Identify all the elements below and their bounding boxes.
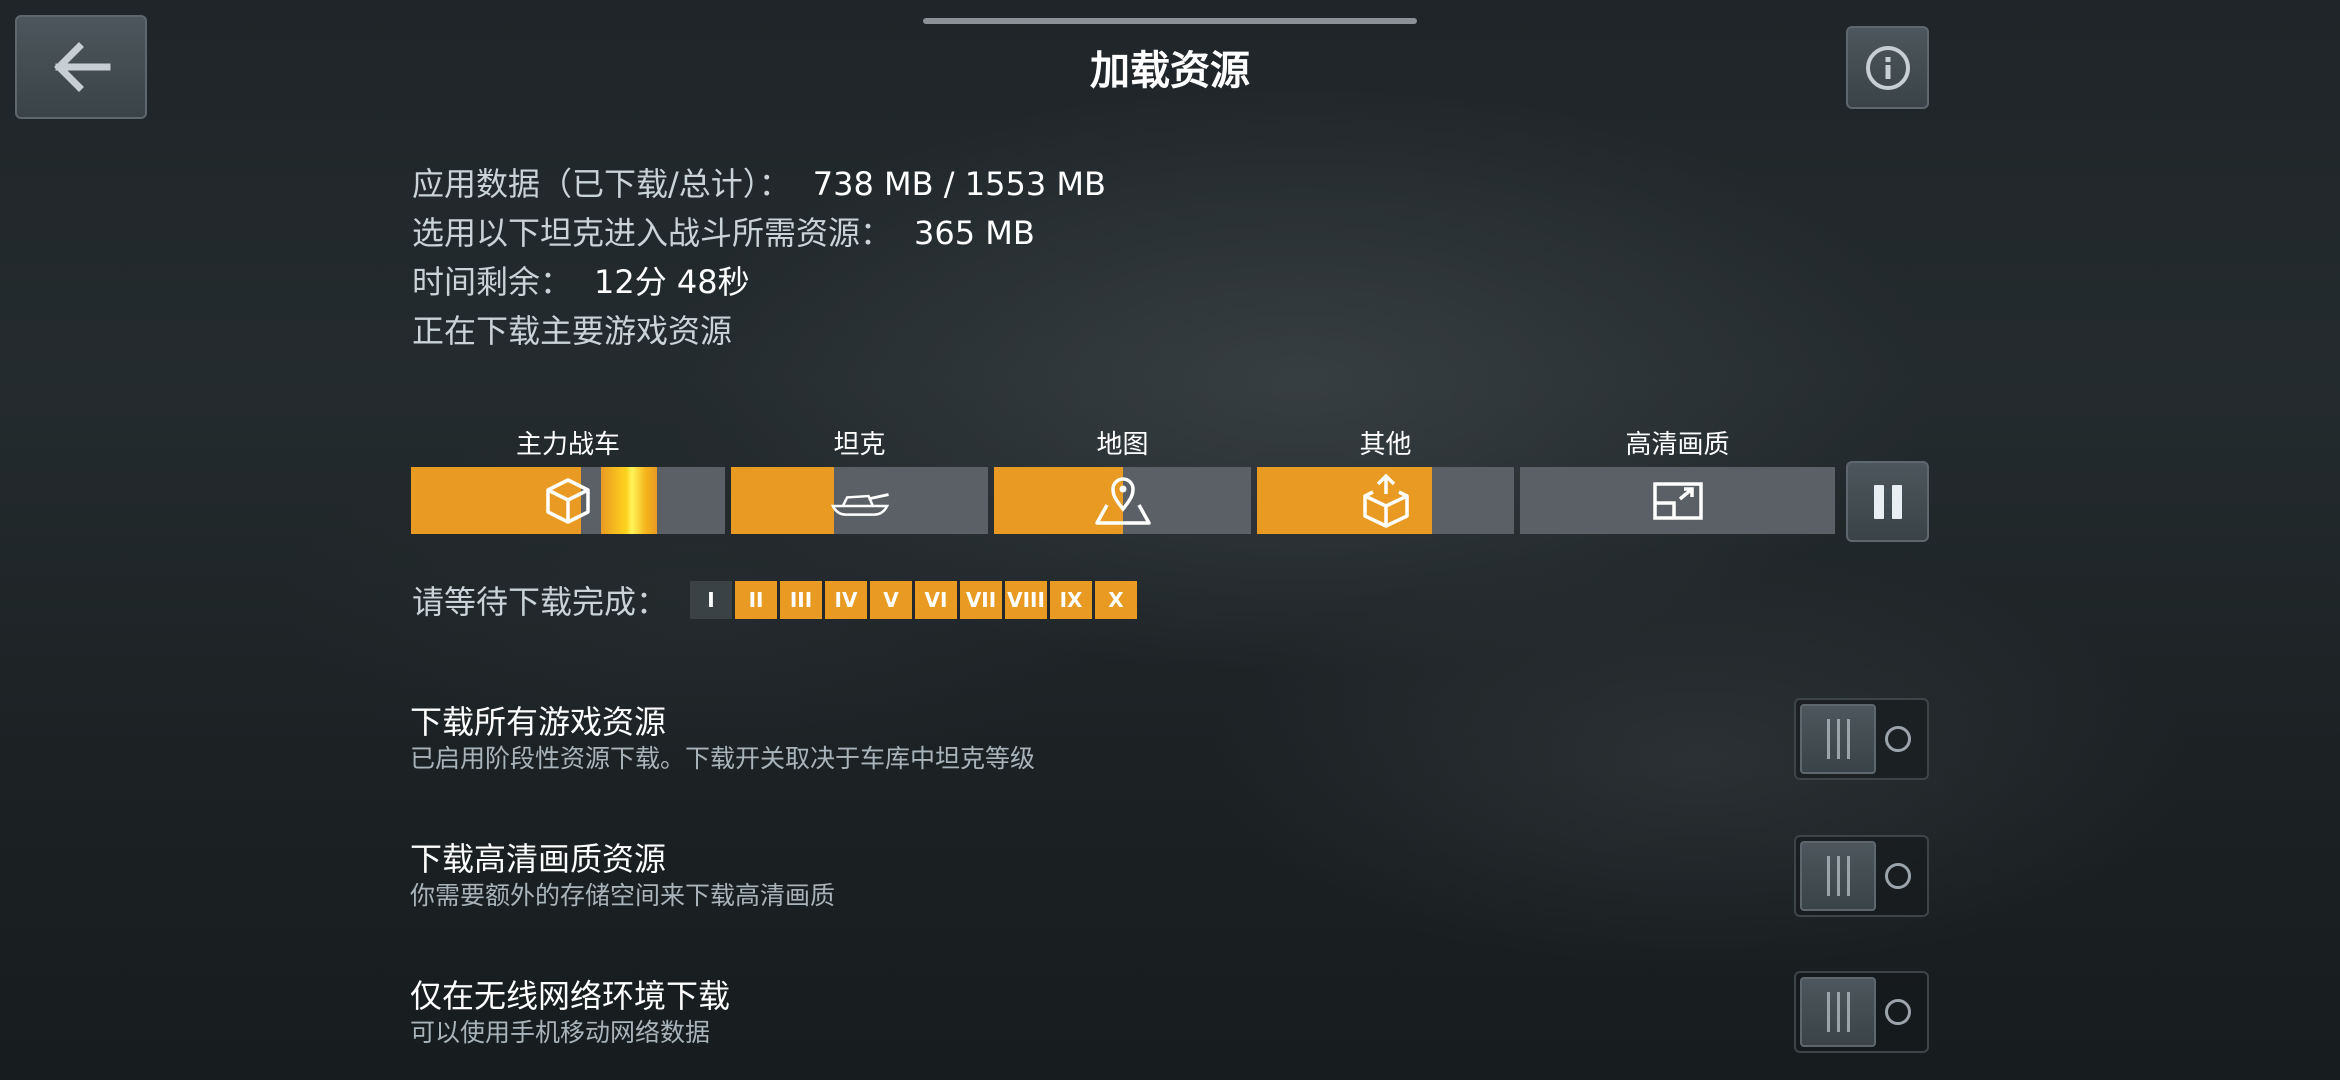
tier-wait-row: 请等待下载完成： I II III IV V VI VII VIII IX X	[412, 577, 1138, 623]
toggle-download-all[interactable]	[1794, 698, 1929, 780]
progress-bar	[1520, 467, 1835, 534]
category-label: 高清画质	[1625, 430, 1730, 460]
setting-description: 你需要额外的存储空间来下载高清画质	[410, 881, 836, 910]
progress-glow	[601, 467, 657, 534]
toggle-off-icon	[1885, 726, 1911, 752]
time-remaining-value: 12分 48秒	[594, 263, 750, 301]
download-status: 正在下载主要游戏资源	[412, 312, 733, 350]
setting-download-hd: 下载高清画质资源 你需要额外的存储空间来下载高清画质	[410, 839, 835, 913]
setting-description: 可以使用手机移动网络数据	[410, 1018, 711, 1047]
tier-badge: III	[780, 581, 823, 619]
time-remaining-row: 时间剩余： 12分 48秒	[412, 258, 1106, 307]
toggle-knob[interactable]	[1800, 977, 1876, 1047]
setting-description: 已启用阶段性资源下载。下载开关取决于车库中坦克等级	[410, 744, 1036, 773]
toggle-download-hd[interactable]	[1794, 835, 1929, 917]
time-remaining-label: 时间剩余：	[412, 263, 573, 301]
info-icon	[1865, 45, 1910, 90]
tier-badge: VI	[915, 581, 958, 619]
tier-badge: VII	[960, 581, 1003, 619]
progress-bar	[994, 467, 1251, 534]
toggle-knob[interactable]	[1800, 704, 1876, 774]
download-stats: 应用数据（已下载/总计）： 738 MB / 1553 MB 选用以下坦克进入战斗…	[412, 160, 1106, 356]
progress-fill	[731, 467, 834, 534]
tank-icon	[830, 475, 890, 527]
box-upload-icon	[1356, 473, 1416, 528]
toggle-knob[interactable]	[1800, 841, 1876, 911]
drag-handle[interactable]	[923, 18, 1417, 24]
setting-wifi-only: 仅在无线网络环境下载 可以使用手机移动网络数据	[410, 976, 730, 1050]
setting-download-all: 下载所有游戏资源 已启用阶段性资源下载。下载开关取决于车库中坦克等级	[410, 702, 1035, 776]
toggle-wifi-only[interactable]	[1794, 971, 1929, 1053]
progress-bar	[411, 467, 725, 534]
page-title: 加载资源	[1090, 48, 1250, 94]
tier-badge: I	[690, 581, 733, 619]
app-data-value: 738 MB / 1553 MB	[812, 165, 1106, 203]
category-label: 其他	[1359, 430, 1412, 460]
progress-bar	[731, 467, 988, 534]
progress-bar	[1257, 467, 1514, 534]
wait-label: 请等待下载完成：	[412, 583, 669, 621]
app-data-label: 应用数据（已下载/总计）：	[412, 165, 791, 203]
cube-icon	[538, 475, 598, 527]
toggle-off-icon	[1885, 863, 1911, 889]
setting-title: 下载高清画质资源	[410, 840, 667, 878]
info-button[interactable]	[1846, 26, 1929, 109]
pause-icon	[1891, 484, 1902, 519]
category-label: 主力战车	[515, 430, 620, 460]
tier-badge: IX	[1050, 581, 1093, 619]
selected-resources-value: 365 MB	[914, 214, 1035, 252]
category-label: 地图	[1096, 430, 1149, 460]
setting-title: 下载所有游戏资源	[410, 703, 667, 741]
setting-title: 仅在无线网络环境下载	[410, 977, 731, 1015]
tier-badge: V	[870, 581, 913, 619]
app-data-row: 应用数据（已下载/总计）： 738 MB / 1553 MB	[412, 160, 1106, 209]
toggle-off-icon	[1885, 999, 1911, 1025]
tier-badge: IV	[825, 581, 868, 619]
pause-icon	[1873, 484, 1884, 519]
selected-resources-row: 选用以下坦克进入战斗所需资源： 365 MB	[412, 209, 1106, 258]
hd-expand-icon	[1648, 475, 1708, 527]
category-progress-group: 主力战车 坦克 地图 其他 高清画质	[411, 424, 1931, 544]
tier-badge: X	[1095, 581, 1138, 619]
category-label: 坦克	[833, 430, 886, 460]
tier-list: I II III IV V VI VII VIII IX X	[690, 581, 1138, 619]
pause-button[interactable]	[1846, 461, 1929, 542]
map-pin-icon	[1093, 475, 1153, 527]
selected-resources-label: 选用以下坦克进入战斗所需资源：	[412, 214, 893, 252]
tier-badge: II	[735, 581, 778, 619]
tier-badge: VIII	[1005, 581, 1048, 619]
